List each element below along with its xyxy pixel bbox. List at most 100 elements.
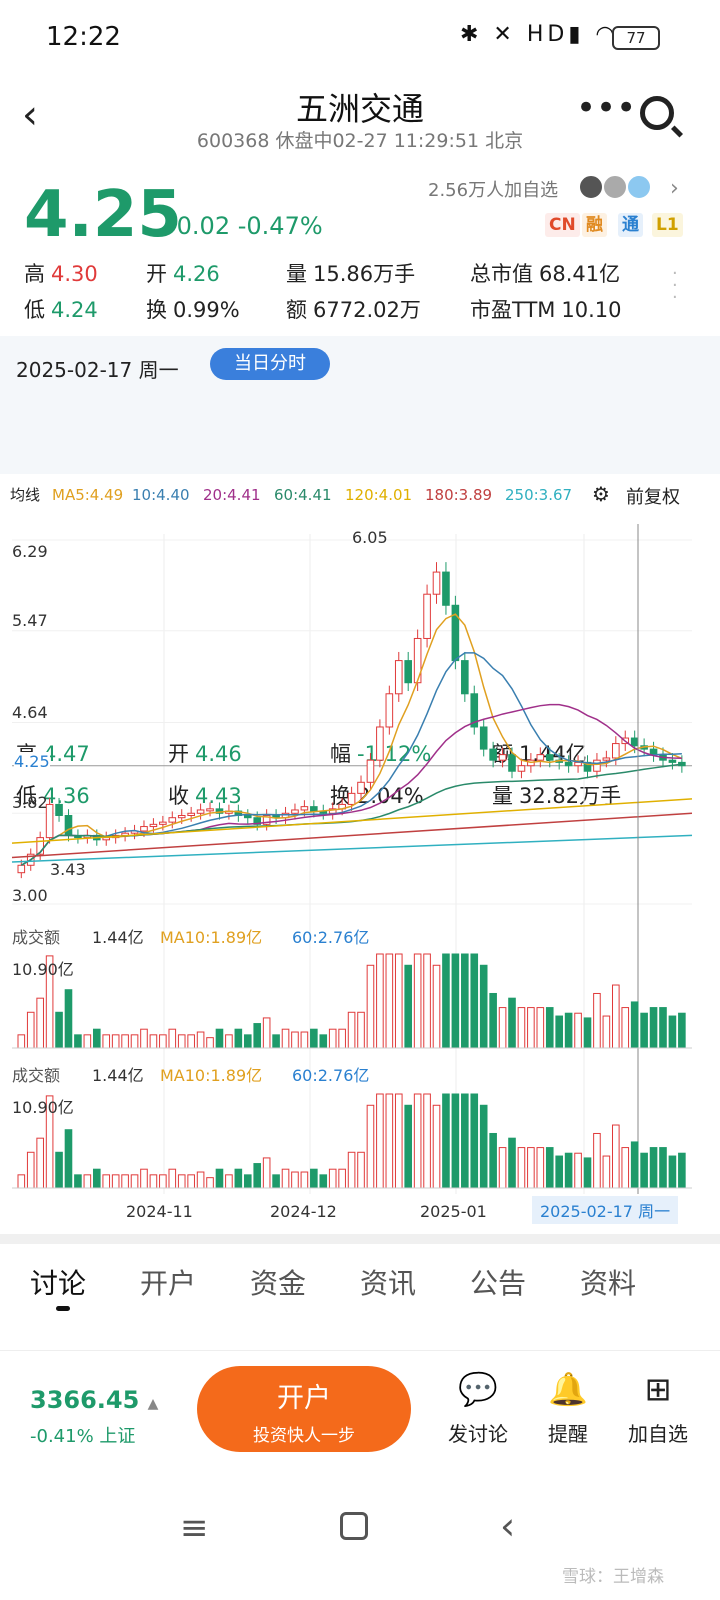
volume-bar (206, 1177, 214, 1189)
tab-2[interactable]: 资金 (250, 1262, 306, 1302)
candle (593, 759, 601, 772)
volume-bar (347, 1151, 356, 1189)
volume-bar (92, 1168, 101, 1189)
volume-bar (678, 1012, 686, 1049)
tab-0[interactable]: 讨论 (30, 1262, 86, 1302)
intraday-button[interactable]: 当日分时 (210, 348, 330, 380)
candle (366, 759, 375, 783)
more-button[interactable]: ••• (576, 88, 636, 128)
volume-bar (470, 953, 479, 1049)
divider (0, 1234, 720, 1244)
volume-bar (602, 1015, 611, 1049)
add-watchlist-button[interactable]: ⊞ 加自选 (618, 1370, 698, 1447)
index-change[interactable]: -0.41% 上证 (30, 1422, 135, 1448)
tab-1[interactable]: 开户 (140, 1262, 196, 1302)
chevron-right-icon[interactable]: › (670, 176, 679, 201)
volume-bar (536, 1007, 545, 1049)
volume-bar (26, 1151, 35, 1189)
home-icon[interactable] (340, 1512, 368, 1540)
candle (479, 726, 488, 750)
volume-bar (159, 1174, 167, 1189)
volume-bar (366, 964, 375, 1049)
volume-bar (668, 1155, 677, 1189)
candle (536, 754, 545, 761)
y-tick: 3.82 (12, 793, 48, 813)
candle (291, 809, 299, 814)
volume-bar (612, 1124, 620, 1189)
candle (196, 809, 205, 814)
candle (564, 761, 573, 767)
bell-icon: 🔔 (548, 1370, 588, 1408)
candle (423, 593, 431, 639)
tab-5[interactable]: 资料 (580, 1262, 636, 1302)
volume-bar (517, 1007, 526, 1049)
volume-bar (177, 1034, 186, 1049)
volume-bar (168, 1028, 177, 1049)
open-account-button[interactable]: 开户 投资快人一步 (197, 1366, 411, 1452)
candle (602, 757, 611, 761)
volume-bar (583, 1017, 592, 1049)
volume-bar (102, 1174, 111, 1189)
volume-bar (423, 953, 431, 1049)
volume-bar (489, 992, 497, 1049)
volume-bar (272, 1034, 280, 1049)
volume-bar (149, 1034, 158, 1049)
current-price-label: 4.25 (14, 752, 50, 771)
candle (489, 748, 497, 761)
follower-count[interactable]: 2.56万人加自选 (428, 176, 558, 202)
status-time: 12:22 (46, 22, 121, 52)
volume-bar (678, 1152, 686, 1189)
volume-max: 10.90亿 (12, 1098, 74, 1117)
volume-bar (442, 1093, 450, 1189)
volume-bar (234, 1028, 243, 1049)
volume-bar (92, 1028, 101, 1049)
search-icon[interactable] (640, 96, 674, 130)
volume-bar (83, 1034, 92, 1049)
volume-bar (17, 1034, 26, 1049)
avatar (602, 174, 628, 200)
back-nav-icon[interactable]: ‹ (500, 1504, 515, 1548)
candle (310, 806, 318, 812)
index-value[interactable]: 3366.45 ▲ (30, 1386, 158, 1414)
volume-bar (527, 1007, 535, 1049)
candle (432, 571, 441, 595)
candle (243, 814, 252, 819)
tag-margin: 融 (582, 213, 607, 237)
kline-chart[interactable] (0, 474, 720, 1234)
volume-bar (74, 1034, 82, 1049)
ma-line (11, 834, 693, 863)
volume-bar (413, 953, 422, 1049)
volume-ma10: MA10:1.89亿 (160, 1066, 263, 1085)
tab-4[interactable]: 公告 (470, 1262, 526, 1302)
volume-bar (630, 1141, 639, 1189)
y-tick: 3.00 (12, 886, 48, 905)
volume-bar (130, 1174, 139, 1189)
volume-bar (262, 1017, 271, 1049)
quote-stat: 开 4.26 (146, 262, 220, 286)
volume-bar (555, 1155, 563, 1189)
candle (168, 817, 177, 823)
volume-bar (111, 1034, 120, 1049)
volume-max: 10.90亿 (12, 960, 74, 979)
candle (17, 864, 26, 874)
menu-icon[interactable]: ≡ (180, 1508, 209, 1548)
more-dots-icon[interactable]: · · · (672, 265, 682, 307)
quote-stat: 高 4.30 (24, 262, 98, 286)
volume-bar (564, 1012, 573, 1049)
volume-bar (272, 1174, 280, 1189)
alert-button[interactable]: 🔔 提醒 (528, 1370, 608, 1447)
volume-bar (640, 1152, 648, 1189)
volume-bar (243, 1174, 252, 1189)
volume-value: 1.44亿 (92, 1066, 144, 1085)
post-discussion-button[interactable]: 💬 发讨论 (438, 1370, 518, 1447)
volume-bar (659, 1147, 667, 1189)
volume-bar (338, 1168, 346, 1189)
volume-bar (612, 984, 620, 1049)
tab-3[interactable]: 资讯 (360, 1262, 416, 1302)
volume-bar (621, 1007, 630, 1049)
volume-bar (451, 953, 460, 1049)
candle (187, 812, 195, 816)
x-tick: 2025-01 (420, 1202, 487, 1221)
volume-bar (206, 1037, 214, 1049)
volume-bar (328, 1028, 337, 1049)
